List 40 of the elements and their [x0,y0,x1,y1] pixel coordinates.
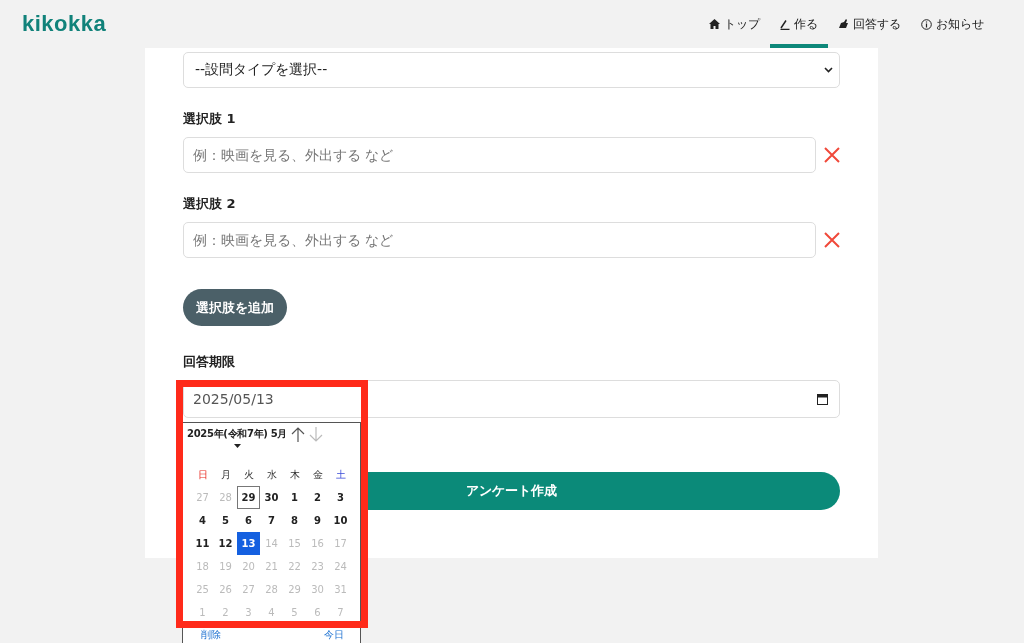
hand-icon [838,19,849,29]
arrow-up-icon[interactable] [291,427,306,442]
calendar-day[interactable]: 30 [260,486,283,509]
add-choice-button[interactable]: 選択肢を追加 [183,289,287,326]
question-type-select[interactable]: --設問タイプを選択-- [183,52,840,88]
clear-link[interactable]: 削除 [201,628,221,642]
calendar-day[interactable]: 11 [191,532,214,555]
calendar-day[interactable]: 7 [260,509,283,532]
calendar-day[interactable]: 9 [306,509,329,532]
field-label: 選択肢 2 [183,195,237,213]
calendar-day[interactable]: 3 [329,486,352,509]
calendar-day[interactable]: 2 [306,486,329,509]
choice-input[interactable]: 例：映画を見る、外出する など [183,137,816,173]
nav-link[interactable]: お知らせ [911,0,994,48]
field-label: 選択肢 1 [183,110,237,128]
field-label: 回答期限 [183,353,236,371]
calendar-day[interactable]: 1 [283,486,306,509]
calendar-day[interactable]: 4 [191,509,214,532]
chevron-down-icon [824,67,833,73]
delete-icon[interactable] [824,232,840,248]
delete-icon[interactable] [824,147,840,163]
calendar-day[interactable]: 10 [329,509,352,532]
calendar-day[interactable]: 5 [214,509,237,532]
pen-icon [780,18,790,30]
calendar-day[interactable]: 8 [283,509,306,532]
home-icon [709,19,720,29]
logo[interactable]: kikokka [22,11,107,37]
calendar-icon [817,393,828,405]
calendar-day[interactable]: 29 [237,486,260,509]
calendar-day[interactable]: 13 [237,532,260,555]
month-label[interactable]: 2025年(令和7年) 5月 [187,427,288,441]
choice-input[interactable]: 例：映画を見る、外出する など [183,222,816,258]
today-link[interactable]: 今日 [324,628,344,642]
nav-link[interactable]: 回答する [828,0,911,48]
info-icon [921,18,932,30]
caret-down-icon[interactable] [233,444,241,448]
calendar-day[interactable]: 6 [237,509,260,532]
calendar-day[interactable]: 12 [214,532,237,555]
nav-link[interactable]: トップ [699,0,770,48]
date-input[interactable]: 2025/05/13 [183,380,840,418]
